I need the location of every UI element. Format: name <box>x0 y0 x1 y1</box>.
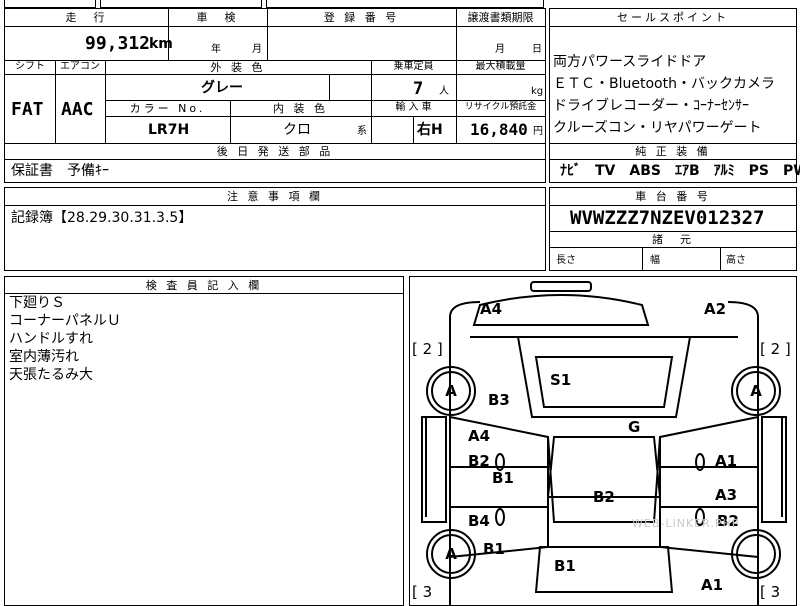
capacity-header: 乗車定員 <box>393 61 434 72</box>
max-load-unit: kg <box>531 86 544 97</box>
wheel-rear-left: A <box>431 534 471 574</box>
notes-header: 注 意 事 項 欄 <box>227 190 323 203</box>
recycle-value: 16,840 <box>470 120 528 139</box>
later-parts-header: 後 日 発 送 部 品 <box>216 145 334 158</box>
bracket-left-bottom: [ 3 <box>412 583 433 601</box>
equipment-box: 純 正 装 備 ﾅﾋﾞ TV ABS ｴｱB ｱﾙﾐ PS PW <box>549 143 800 183</box>
mark-a4-left: A4 <box>468 427 491 445</box>
inspector-line-4: 室内薄汚れ <box>9 349 79 365</box>
mark-a1-bottom: A1 <box>701 576 724 594</box>
mileage-unit: km <box>149 36 173 52</box>
mark-a3-right: A3 <box>715 486 738 504</box>
mileage-header: 走 行 <box>65 11 108 24</box>
shift-value: FAT <box>11 99 44 120</box>
interior-color-suffix: 系 <box>357 126 367 137</box>
inspector-line-1: 下廻りＳ <box>9 295 65 311</box>
shaken-month-unit: 月 <box>252 44 262 55</box>
inspector-line-5: 天張たるみ大 <box>9 367 93 383</box>
wheel-rear-right <box>736 534 776 574</box>
chassis-box: 車 台 番 号 WVWZZZ7NZEV012327 諸 元 長さ 幅 高さ <box>549 187 797 271</box>
sales-point-line-3: ドライブレコーダー・ｺｰﾅｰｾﾝｻｰ <box>553 98 749 114</box>
sales-point-line-2: ＥＴＣ・Bluetooth・バックカメラ <box>553 76 775 92</box>
dimensions-header: 諸 元 <box>652 233 694 246</box>
recycle-unit: 円 <box>533 126 543 137</box>
bracket-right-bottom: [ 3 <box>760 583 781 601</box>
bracket-right-top: [ 2 ] <box>760 340 791 358</box>
top-stub-left <box>4 0 96 8</box>
shift-header: シフト <box>15 61 45 72</box>
interior-color-value: クロ <box>283 122 311 138</box>
import-header: 輸 入 車 <box>395 102 432 113</box>
mark-b1-bottom: B1 <box>554 557 576 575</box>
shaken-year-unit: 年 <box>211 44 221 55</box>
color-no-header: カラー No. <box>129 102 206 115</box>
notes-box: 注 意 事 項 欄 記録簿【28.29.30.31.3.5】 <box>4 187 546 271</box>
mark-b1-left: B1 <box>492 469 514 487</box>
equipment-header: 純 正 装 備 <box>635 145 711 158</box>
mark-a1-right: A1 <box>715 452 738 470</box>
transfer-month-unit: 月 <box>495 44 505 55</box>
equipment-value: ﾅﾋﾞ TV ABS ｴｱB ｱﾙﾐ PS PW <box>560 163 800 179</box>
reg-number-header: 登 録 番 号 <box>323 11 400 24</box>
exterior-color-header: 外 装 色 <box>210 61 266 74</box>
mark-b4-left: B4 <box>468 512 490 530</box>
sales-point-line-4: クルーズコン・リヤパワーゲート <box>553 120 762 136</box>
aircon-value: AAC <box>61 99 94 120</box>
interior-color-header: 内 装 色 <box>273 102 328 115</box>
wheel-front-left: A <box>431 371 471 411</box>
mileage-value: 99,312 <box>85 33 151 54</box>
later-parts-value: 保証書 予備ｷｰ <box>11 163 109 179</box>
watermark: WEB-LINKER.PHP <box>632 517 740 530</box>
mark-b3: B3 <box>488 391 510 409</box>
wheel-front-right: A <box>736 371 776 411</box>
recycle-header: リサイクル預託金 <box>464 102 537 112</box>
mark-a4-top: A4 <box>480 300 503 318</box>
chassis-header: 車 台 番 号 <box>635 190 711 203</box>
spec-table: 走 行 車 検 登 録 番 号 譲渡書類期限 99,312 km 年 月 月 日… <box>4 8 546 144</box>
top-stub-mid <box>100 0 262 8</box>
mark-b2-center: B2 <box>593 488 615 506</box>
sales-points-header: セールスポイント <box>617 11 729 24</box>
width-label: 幅 <box>650 255 660 266</box>
sales-point-line-1: 両方パワースライドドア <box>553 54 707 70</box>
bracket-left-top: [ 2 ] <box>412 340 443 358</box>
transfer-day-unit: 日 <box>532 44 542 55</box>
later-parts-box: 後 日 発 送 部 品 保証書 予備ｷｰ <box>4 143 546 183</box>
transfer-deadline-header: 譲渡書類期限 <box>467 11 534 24</box>
aircon-header: エアコン <box>60 61 100 72</box>
capacity-value: 7 <box>413 79 424 99</box>
capacity-unit: 人 <box>439 86 449 97</box>
exterior-color-value: グレー <box>201 80 243 96</box>
max-load-header: 最大積載量 <box>475 61 526 72</box>
shaken-header: 車 検 <box>196 11 239 24</box>
inspector-box: 検 査 員 記 入 欄 下廻りＳ コーナーパネルＵ ハンドルすれ 室内薄汚れ 天… <box>4 276 404 606</box>
chassis-value: WVWZZZ7NZEV012327 <box>570 207 765 229</box>
height-label: 高さ <box>726 255 746 266</box>
import-value: 右H <box>417 122 443 138</box>
mark-g: G <box>628 418 641 436</box>
damage-diagram: A A A A4 A2 [ 2 ] [ 2 ] B3 S1 G A4 B2 B1… <box>409 276 797 606</box>
top-stub-right <box>266 0 544 8</box>
mark-b2-left: B2 <box>468 452 490 470</box>
color-no-value: LR7H <box>148 122 190 138</box>
inspector-line-2: コーナーパネルＵ <box>9 313 121 329</box>
mark-a2-top: A2 <box>704 300 727 318</box>
inspector-header: 検 査 員 記 入 欄 <box>145 279 263 292</box>
notes-value: 記録簿【28.29.30.31.3.5】 <box>11 210 193 226</box>
length-label: 長さ <box>556 255 576 266</box>
inspector-line-3: ハンドルすれ <box>9 331 93 347</box>
mark-b1-wheel: B1 <box>483 540 505 558</box>
mark-s1: S1 <box>550 371 572 389</box>
sales-points-box: セールスポイント 両方パワースライドドア ＥＴＣ・Bluetooth・バックカメ… <box>549 8 797 144</box>
